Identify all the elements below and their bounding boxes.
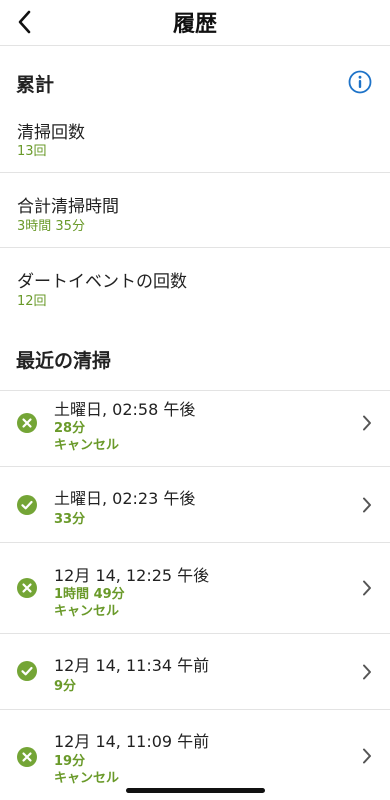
clean-time: 土曜日, 02:23 午後: [54, 489, 196, 508]
list-item[interactable]: 土曜日, 02:58 午後 28分 キャンセル: [0, 390, 390, 467]
home-indicator: [126, 788, 265, 793]
stat-value-count: 13回: [17, 144, 47, 159]
clean-duration: 9分: [54, 679, 77, 694]
stat-label-dirt-events: ダートイベントの回数: [17, 272, 187, 292]
divider: [0, 172, 390, 173]
cancelled-icon: [17, 747, 37, 767]
clean-status-note: キャンセル: [54, 604, 120, 619]
chevron-right-icon: [363, 664, 371, 680]
clean-status-note: キャンセル: [54, 438, 120, 453]
cancelled-icon: [17, 578, 37, 598]
divider: [0, 247, 390, 248]
chevron-right-icon: [363, 580, 371, 596]
recent-title: 最近の清掃: [16, 350, 112, 372]
cancelled-icon: [17, 413, 37, 433]
list-item[interactable]: 12月 14, 11:09 午前 19分 キャンセル: [0, 710, 390, 800]
clean-time: 12月 14, 11:09 午前: [54, 732, 210, 751]
list-item[interactable]: 12月 14, 12:25 午後 1時間 49分 キャンセル: [0, 543, 390, 634]
summary-header: 累計: [0, 46, 390, 118]
clean-duration: 33分: [54, 512, 86, 527]
page-title: 履歴: [172, 12, 217, 37]
list-item[interactable]: 12月 14, 11:34 午前 9分: [0, 634, 390, 710]
list-item[interactable]: 土曜日, 02:23 午後 33分: [0, 467, 390, 543]
nav-bar: 履歴: [0, 0, 390, 46]
chevron-right-icon: [363, 415, 371, 431]
chevron-right-icon: [363, 748, 371, 764]
info-icon: [348, 70, 372, 94]
clean-status-note: キャンセル: [54, 771, 120, 786]
summary-title: 累計: [16, 74, 55, 96]
check-icon: [17, 495, 37, 515]
clean-time: 12月 14, 11:34 午前: [54, 656, 210, 675]
chevron-right-icon: [363, 497, 371, 513]
stat-value-dirt-events: 12回: [17, 294, 47, 309]
check-icon: [17, 661, 37, 681]
stat-value-total-time: 3時間 35分: [17, 219, 85, 234]
info-button[interactable]: [348, 70, 372, 94]
stat-label-total-time: 合計清掃時間: [17, 197, 119, 217]
